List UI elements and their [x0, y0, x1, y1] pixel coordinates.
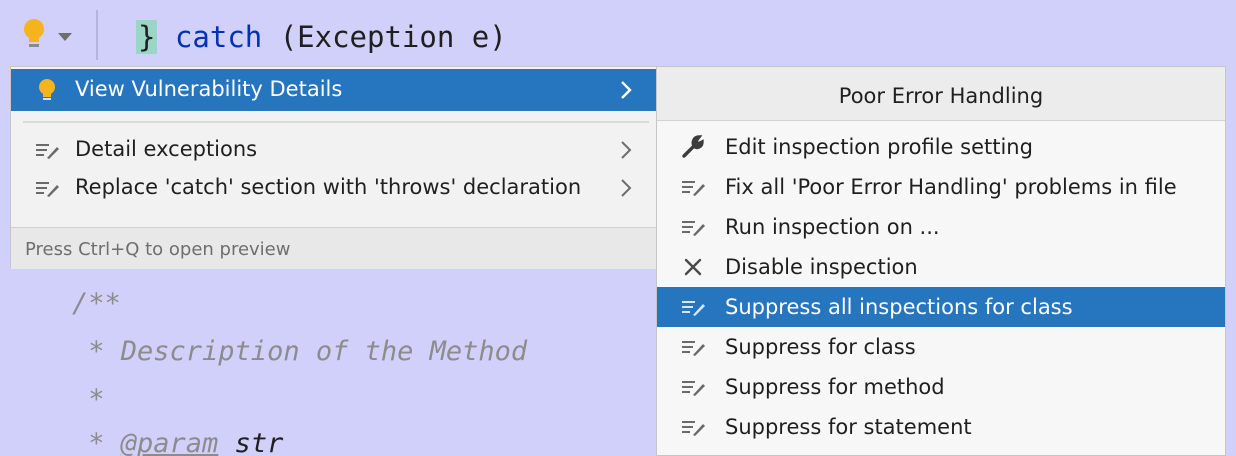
doc-line-param: * @param str: [72, 428, 283, 456]
quick-fix-icon: [681, 415, 707, 439]
submenu-item-label: Suppress all inspections for class: [725, 295, 1073, 319]
preview-hint-text: Press Ctrl+Q to open preview: [25, 239, 291, 260]
menu-item-replace-catch[interactable]: Replace 'catch' section with 'throws' de…: [11, 167, 659, 209]
quick-fix-menu: View Vulnerability Details Detail except…: [10, 66, 660, 269]
submenu-item-suppress-method[interactable]: Suppress for method: [657, 367, 1225, 407]
doc-line: /**: [72, 288, 121, 319]
lightbulb-icon: [35, 78, 59, 102]
menu-item-view-vulnerability-details[interactable]: View Vulnerability Details: [11, 69, 659, 111]
submenu-item-edit-inspection-profile[interactable]: Edit inspection profile setting: [657, 127, 1225, 167]
code-text: } catch (Exception e): [136, 20, 507, 54]
quick-fix-icon: [35, 176, 59, 200]
vulnerability-submenu: Poor Error Handling Edit inspection prof…: [656, 66, 1226, 456]
submenu-item-label: Suppress for method: [725, 375, 945, 399]
chevron-down-icon[interactable]: [56, 28, 74, 41]
quick-fix-icon: [681, 375, 707, 399]
menu-item-label: View Vulnerability Details: [75, 77, 343, 101]
submenu-item-label: Fix all 'Poor Error Handling' problems i…: [725, 175, 1177, 199]
quick-fix-icon: [681, 175, 707, 199]
menu-item-label: Detail exceptions: [75, 137, 258, 161]
quick-fix-icon: [681, 335, 707, 359]
chevron-right-icon: [619, 79, 633, 101]
submenu-item-suppress-statement[interactable]: Suppress for statement: [657, 407, 1225, 447]
lightbulb-icon[interactable]: [20, 18, 52, 52]
submenu-item-suppress-all-class[interactable]: Suppress all inspections for class: [657, 287, 1225, 327]
doc-param-tag: @param: [120, 428, 219, 456]
submenu-item-fix-all[interactable]: Fix all 'Poor Error Handling' problems i…: [657, 167, 1225, 207]
doc-comment: /** * Description of the Method * * @par…: [0, 268, 658, 456]
chevron-right-icon: [619, 139, 633, 161]
chevron-right-icon: [619, 177, 633, 199]
doc-line: * Description of the Method: [72, 336, 528, 367]
quick-fix-icon: [681, 215, 707, 239]
code-line-catch[interactable]: } catch (Exception e): [0, 0, 1236, 66]
submenu-item-label: Edit inspection profile setting: [725, 135, 1033, 159]
code-rest: (Exception e): [262, 20, 507, 54]
submenu-item-label: Suppress for statement: [725, 415, 972, 439]
quick-fix-icon: [35, 138, 59, 162]
close-icon: [681, 255, 707, 279]
menu-item-label: Replace 'catch' section with 'throws' de…: [75, 175, 582, 199]
menu-item-detail-exceptions[interactable]: Detail exceptions: [11, 129, 659, 171]
gutter-divider: [96, 10, 98, 60]
preview-hint: Press Ctrl+Q to open preview: [11, 227, 659, 269]
submenu-item-run-inspection[interactable]: Run inspection on ...: [657, 207, 1225, 247]
submenu-item-label: Run inspection on ...: [725, 215, 940, 239]
submenu-item-label: Disable inspection: [725, 255, 918, 279]
quick-fix-icon: [681, 295, 707, 319]
submenu-item-suppress-class[interactable]: Suppress for class: [657, 327, 1225, 367]
doc-param-name: str: [218, 428, 284, 456]
submenu-item-label: Suppress for class: [725, 335, 916, 359]
submenu-item-disable-inspection[interactable]: Disable inspection: [657, 247, 1225, 287]
wrench-icon: [681, 135, 707, 159]
code-brace: }: [136, 20, 158, 54]
code-keyword: catch: [174, 20, 263, 54]
doc-line: *: [72, 428, 121, 456]
doc-line: *: [72, 384, 105, 415]
submenu-title: Poor Error Handling: [657, 67, 1225, 121]
menu-separator: [23, 121, 649, 123]
